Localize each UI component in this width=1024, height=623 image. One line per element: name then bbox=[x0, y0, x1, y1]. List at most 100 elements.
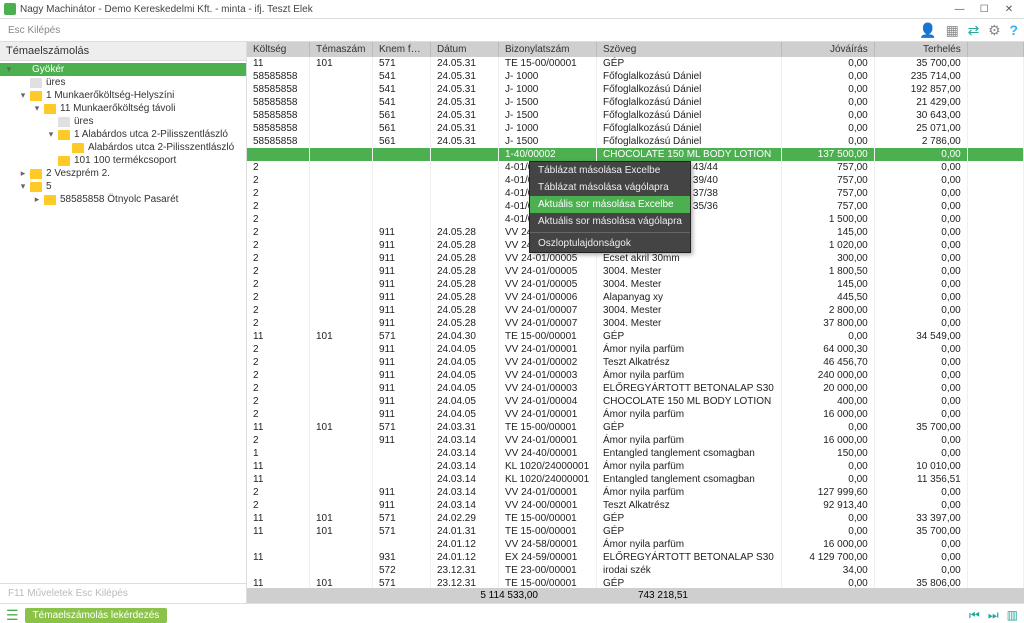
table-row[interactable]: 57223.12.31TE 23-00/00001irodai szék34,0… bbox=[247, 564, 1024, 577]
tree-expander-icon[interactable]: ▸ bbox=[32, 194, 42, 205]
table-row[interactable]: 291124.04.05VV 24-01/00001Ámor nyila par… bbox=[247, 408, 1024, 421]
table-row[interactable]: 291124.05.28VV 24-01/00006Alapanyag xy44… bbox=[247, 291, 1024, 304]
tree-node[interactable]: üres bbox=[0, 76, 246, 89]
table-row[interactable]: 1110157124.01.31TE 15-00/00001GÉP0,0035 … bbox=[247, 525, 1024, 538]
column-header[interactable]: Költség bbox=[247, 42, 310, 57]
table-cell: 24.04.05 bbox=[431, 395, 499, 408]
table-cell bbox=[310, 239, 373, 252]
column-header[interactable]: Szöveg bbox=[597, 42, 782, 57]
tree-expander-icon[interactable]: ▾ bbox=[18, 90, 28, 101]
tree-node[interactable]: 101 100 termékcsoport bbox=[0, 154, 246, 167]
table-row[interactable]: 291124.05.28VV 24-01/00005Ecset akril 30… bbox=[247, 252, 1024, 265]
tree-expander-icon[interactable]: ▸ bbox=[18, 168, 28, 179]
column-header[interactable]: Jóváírás bbox=[781, 42, 874, 57]
tree-node[interactable]: Alabárdos utca 2-Pilisszentlászló bbox=[0, 141, 246, 154]
tree-node[interactable]: üres bbox=[0, 115, 246, 128]
tree-node[interactable]: ▾5 bbox=[0, 180, 246, 193]
table-row[interactable]: 5858585854124.05.31J- 1000Főfoglalkozású… bbox=[247, 70, 1024, 83]
layout-icon[interactable]: ▥ bbox=[1007, 608, 1018, 623]
table-row[interactable]: 291124.04.05VV 24-01/00003Ámor nyila par… bbox=[247, 369, 1024, 382]
tree-node[interactable]: ▸58585858 Ötnyolc Pasarét bbox=[0, 193, 246, 206]
tree-expander-icon[interactable]: ▾ bbox=[18, 181, 28, 192]
column-header[interactable]: Témaszám bbox=[310, 42, 373, 57]
context-menu-item[interactable]: Aktuális sor másolása Excelbe bbox=[530, 196, 690, 213]
table-row[interactable]: 291124.04.05VV 24-01/00001Ámor nyila par… bbox=[247, 343, 1024, 356]
tree-view[interactable]: ▾Gyökérüres▾1 Munkaerőköltség-Helyszíni▾… bbox=[0, 61, 246, 583]
table-row[interactable]: 1110157124.02.29TE 15-00/00001GÉP0,0033 … bbox=[247, 512, 1024, 525]
table-row[interactable]: 1-40/00002CHOCOLATE 150 ML BODY LOTION13… bbox=[247, 148, 1024, 161]
tree-node[interactable]: ▾11 Munkaerőköltség távoli bbox=[0, 102, 246, 115]
table-row[interactable]: 291124.05.28VV 24-01/000073004. Mester2 … bbox=[247, 304, 1024, 317]
close-button[interactable]: ✕ bbox=[998, 4, 1020, 15]
context-menu-item[interactable]: Aktuális sor másolása vágólapra bbox=[530, 213, 690, 230]
apps-icon[interactable]: ▦ bbox=[946, 22, 959, 38]
minimize-button[interactable]: — bbox=[948, 4, 970, 15]
swap-icon[interactable]: ⇄ bbox=[968, 22, 980, 38]
table-row[interactable]: 5858585856124.05.31J- 1500Főfoglalkozású… bbox=[247, 109, 1024, 122]
tree-expander-icon[interactable]: ▾ bbox=[46, 129, 56, 140]
table-cell: 240 000,00 bbox=[781, 369, 874, 382]
table-cell: 757,00 bbox=[781, 200, 874, 213]
table-row[interactable]: 1124.03.14KL 1020/24000001Ámor nyila par… bbox=[247, 460, 1024, 473]
settings-icon[interactable]: ⚙ bbox=[988, 22, 1001, 38]
grid-scroll[interactable]: KöltségTémaszámKnem f…DátumBizonylatszám… bbox=[247, 42, 1024, 588]
user-icon[interactable]: 👤 bbox=[919, 22, 936, 38]
tree-expander-icon[interactable]: ▾ bbox=[4, 64, 14, 75]
nav-last-icon[interactable]: ⏭ bbox=[988, 608, 999, 623]
table-cell: 0,00 bbox=[781, 473, 874, 486]
table-row[interactable]: 291124.03.14VV 24-01/00001Ámor nyila par… bbox=[247, 486, 1024, 499]
tree-node[interactable]: ▾1 Alabárdos utca 2-Pilisszentlászló bbox=[0, 128, 246, 141]
table-cell: Entangled tanglement csomagban bbox=[597, 473, 782, 486]
table-cell: 1 800,50 bbox=[781, 265, 874, 278]
table-cell bbox=[247, 564, 310, 577]
table-row[interactable]: 1110157124.04.30TE 15-00/00001GÉP0,0034 … bbox=[247, 330, 1024, 343]
status-query-button[interactable]: Témaelszámolás lekérdezés bbox=[25, 608, 168, 623]
table-cell: J- 1500 bbox=[499, 135, 597, 148]
table-row[interactable]: 24.01.12VV 24-58/00001Ámor nyila parfüm1… bbox=[247, 538, 1024, 551]
context-menu-item[interactable]: Oszloptulajdonságok bbox=[530, 235, 690, 252]
table-row[interactable]: 291124.05.28VV 24-01/000053004. Mester1 … bbox=[247, 265, 1024, 278]
table-row[interactable]: 1124.03.14KL 1020/24000001Entangled tang… bbox=[247, 473, 1024, 486]
column-header[interactable]: Dátum bbox=[431, 42, 499, 57]
table-row[interactable]: 5858585854124.05.31J- 1500Főfoglalkozású… bbox=[247, 96, 1024, 109]
tree-node-label: üres bbox=[46, 77, 65, 88]
table-row[interactable]: 5858585854124.05.31J- 1000Főfoglalkozású… bbox=[247, 83, 1024, 96]
tree-node[interactable]: ▸2 Veszprém 2. bbox=[0, 167, 246, 180]
context-menu-item[interactable]: Táblázat másolása vágólapra bbox=[530, 179, 690, 196]
tree-node[interactable]: ▾1 Munkaerőköltség-Helyszíni bbox=[0, 89, 246, 102]
table-row[interactable]: 1110157124.05.31TE 15-00/00001GÉP0,0035 … bbox=[247, 57, 1024, 70]
table-row[interactable]: 1110157124.03.31TE 15-00/00001GÉP0,0035 … bbox=[247, 421, 1024, 434]
table-row[interactable]: 124.03.14VV 24-40/00001Entangled tanglem… bbox=[247, 447, 1024, 460]
tree-node-label: üres bbox=[74, 116, 93, 127]
table-cell: 0,00 bbox=[874, 499, 967, 512]
table-row[interactable]: 291124.03.14VV 24-01/00001Ámor nyila par… bbox=[247, 434, 1024, 447]
column-header[interactable]: Bizonylatszám bbox=[499, 42, 597, 57]
context-menu-item[interactable]: Táblázat másolása Excelbe bbox=[530, 162, 690, 179]
table-cell: 0,00 bbox=[874, 174, 967, 187]
table-cell: 0,00 bbox=[781, 512, 874, 525]
table-row[interactable]: 291124.04.05VV 24-01/00002Teszt Alkatrés… bbox=[247, 356, 1024, 369]
context-menu[interactable]: Táblázat másolása ExcelbeTáblázat másolá… bbox=[529, 161, 691, 253]
tree-node[interactable]: ▾Gyökér bbox=[0, 63, 246, 76]
data-grid[interactable]: KöltségTémaszámKnem f…DátumBizonylatszám… bbox=[247, 42, 1024, 588]
table-cell: 30 643,00 bbox=[874, 109, 967, 122]
table-row[interactable]: 291124.04.05VV 24-01/00004CHOCOLATE 150 … bbox=[247, 395, 1024, 408]
table-cell: 0,00 bbox=[874, 564, 967, 577]
column-header[interactable]: Terhelés bbox=[874, 42, 967, 57]
table-row[interactable]: 5858585856124.05.31J- 1500Főfoglalkozású… bbox=[247, 135, 1024, 148]
table-cell: 0,00 bbox=[781, 330, 874, 343]
maximize-button[interactable]: ☐ bbox=[973, 4, 995, 15]
table-row[interactable]: 291124.04.05VV 24-01/00003ELŐREGYÁRTOTT … bbox=[247, 382, 1024, 395]
tree-expander-icon[interactable]: ▾ bbox=[32, 103, 42, 114]
hamburger-icon[interactable]: ☰ bbox=[6, 607, 19, 623]
help-icon[interactable]: ? bbox=[1009, 22, 1018, 38]
table-row[interactable]: 1193124.01.12EX 24-59/00001ELŐREGYÁRTOTT… bbox=[247, 551, 1024, 564]
table-row[interactable]: 291124.03.14VV 24-00/00001Teszt Alkatrés… bbox=[247, 499, 1024, 512]
table-row[interactable]: 291124.05.28VV 24-01/000073004. Mester37… bbox=[247, 317, 1024, 330]
nav-first-icon[interactable]: ⏮ bbox=[969, 608, 980, 623]
column-header[interactable]: Knem f… bbox=[373, 42, 431, 57]
table-row[interactable]: 1110157123.12.31TE 15-00/00001GÉP0,0035 … bbox=[247, 577, 1024, 588]
table-row[interactable]: 5858585856124.05.31J- 1000Főfoglalkozású… bbox=[247, 122, 1024, 135]
table-row[interactable]: 291124.05.28VV 24-01/000053004. Mester14… bbox=[247, 278, 1024, 291]
table-cell: Ámor nyila parfüm bbox=[597, 369, 782, 382]
